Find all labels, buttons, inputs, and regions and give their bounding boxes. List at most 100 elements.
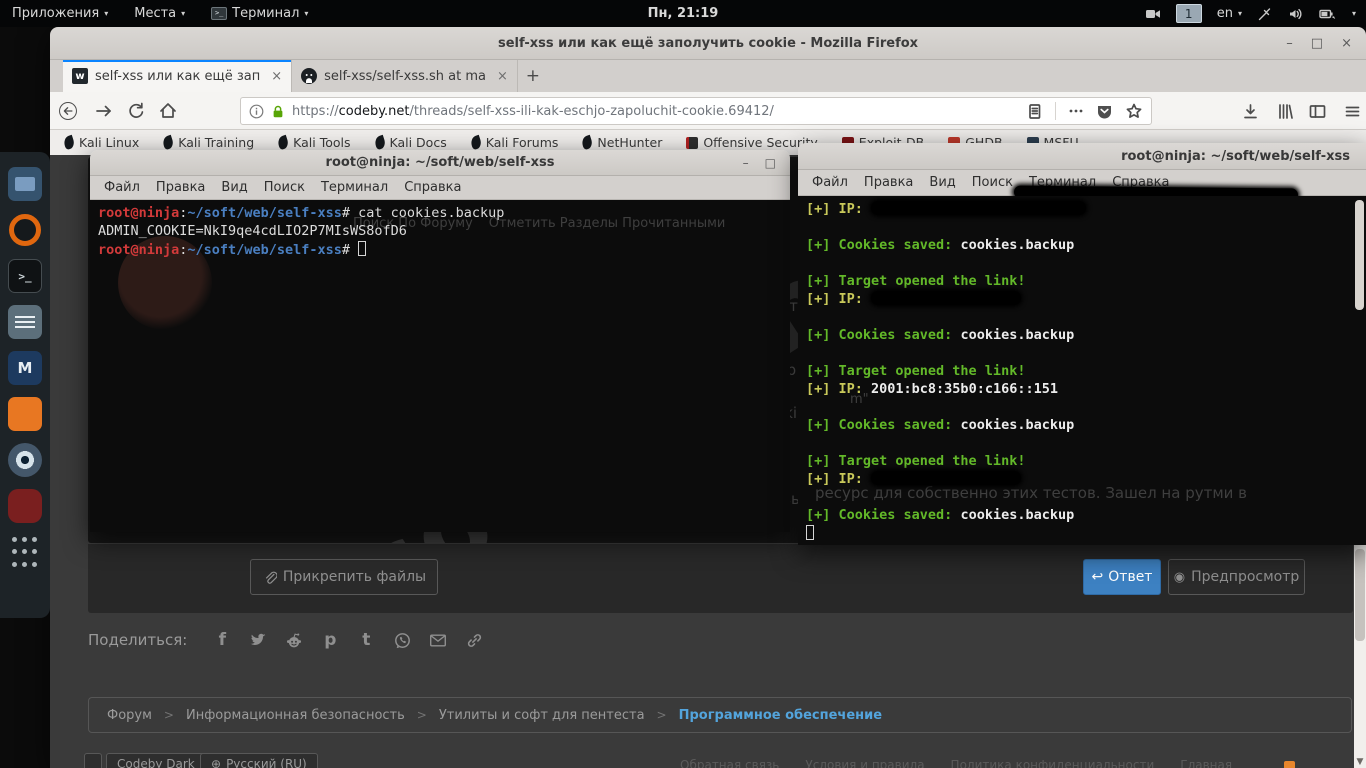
terminal-left-content[interactable]: Поиск По ФорумуОтметить Разделы Прочитан… [90,200,790,532]
page-info-icon[interactable] [249,104,264,119]
facebook-icon[interactable]: f [211,630,233,650]
forward-button[interactable] [94,101,114,121]
tab-close-icon[interactable]: × [271,69,282,84]
style-chooser-button[interactable]: Codeby Dark [106,753,206,768]
reload-button[interactable] [126,101,146,121]
downloads-icon[interactable] [1240,101,1260,121]
tab-close-icon[interactable]: × [497,69,508,84]
reader-mode-icon[interactable] [1026,103,1043,120]
scrollbar-down-arrow[interactable]: ▼ [1354,757,1366,767]
tab-2[interactable]: self-xss/self-xss.sh at ma× [292,60,518,92]
bookmark-star-icon[interactable] [1125,102,1143,120]
footer-link[interactable]: Главная [1180,758,1232,768]
terminal-text-segment: [+] IP: [806,201,871,217]
dock-item-burpsuite[interactable] [5,392,45,436]
footer-link[interactable]: Политика конфиденциальности [951,758,1155,768]
terminal-right-titlebar[interactable]: root@ninja: ~/soft/web/self-xss [798,143,1366,170]
twitter-icon[interactable] [247,630,269,650]
pinterest-icon[interactable]: p [319,630,341,650]
url-bar[interactable]: https://codeby.net/threads/self-xss-ili-… [240,97,1152,125]
dock-item-firefox[interactable] [5,208,45,252]
rss-icon[interactable] [1284,761,1295,768]
terminal-text-segment: [+] Cookies saved: [806,417,960,433]
page-actions-icon[interactable] [1068,103,1084,119]
breadcrumb-item[interactable]: Форум [107,708,152,723]
system-menu-caret[interactable]: ▾ [1352,9,1356,18]
menu-item-Правка[interactable]: Правка [856,175,921,190]
terminal-right-content[interactable]: m" ресурс для собственно этих тестов. За… [798,196,1366,545]
terminal-line: [+] Cookies saved: cookies.backup [806,417,1358,435]
whatsapp-icon[interactable] [391,630,413,650]
menu-item-Правка[interactable]: Правка [148,180,213,195]
email-icon[interactable] [427,630,449,650]
footer-link[interactable]: Условия и правила [805,758,924,768]
close-button[interactable]: × [1341,36,1352,51]
terminal-line: [+] Cookies saved: cookies.backup [806,507,1358,525]
minimize-button[interactable]: – [743,156,749,170]
bookmark-label: NetHunter [597,135,662,150]
burpsuite-icon [8,397,42,431]
maximize-button[interactable]: □ [765,156,776,170]
dock-item-show-applications[interactable] [5,530,45,574]
reddit-icon[interactable] [283,630,305,650]
new-tab-button[interactable]: + [518,60,548,92]
terminal-left-titlebar[interactable]: root@ninja: ~/soft/web/self-xss – □ [90,150,790,176]
workspace-indicator[interactable]: 1 [1176,4,1202,23]
bookmark-kali-training[interactable]: Kali Training [163,135,254,150]
menu-item-Поиск[interactable]: Поиск [256,180,313,195]
footer-link[interactable]: Обратная связь [680,758,779,768]
menu-item-Файл[interactable]: Файл [804,175,856,190]
bookmark-kali-docs[interactable]: Kali Docs [375,135,447,150]
terminal-scrollbar-thumb[interactable] [1355,200,1364,310]
menu-item-Справка[interactable]: Справка [396,180,469,195]
minimize-button[interactable]: – [1286,36,1293,51]
bookmark-nethunter[interactable]: NetHunter [582,135,662,150]
sidebar-icon[interactable] [1307,101,1327,121]
dock-item-file-manager[interactable] [5,162,45,206]
menu-item-Терминал[interactable]: Терминал [313,180,396,195]
bookmark-kali-tools[interactable]: Kali Tools [278,135,350,150]
firefox-titlebar[interactable]: self-xss или как ещё заполучить cookie -… [50,27,1366,60]
dock-item-metasploit[interactable]: M [5,346,45,390]
back-button[interactable] [58,101,78,121]
preview-button[interactable]: ◉Предпросмотр [1168,559,1305,595]
battery-icon[interactable] [1319,6,1337,22]
bookmark-kali-linux[interactable]: Kali Linux [64,135,139,150]
menu-item-Файл[interactable]: Файл [96,180,148,195]
keyboard-layout-indicator[interactable]: en▾ [1217,6,1242,21]
breadcrumb-item[interactable]: Программное обеспечение [679,708,882,723]
breadcrumb-item[interactable]: Информационная безопасность [186,708,405,723]
link-icon[interactable] [463,630,485,650]
lock-icon[interactable] [271,104,285,119]
menu-item-Вид[interactable]: Вид [213,180,255,195]
terminal-line: [+] Target opened the link! [806,363,1358,381]
tab-1[interactable]: wself-xss или как ещё зап× [63,60,292,92]
screen-recorder-icon[interactable] [1145,6,1161,22]
pocket-icon[interactable] [1096,103,1113,120]
url-text[interactable]: https://codeby.net/threads/self-xss-ili-… [292,104,1019,119]
terminal-text-segment: # cat cookies.backup [342,205,505,221]
reply-label: Ответ [1108,569,1152,585]
dock-item-text-editor[interactable] [5,300,45,344]
dock-item-terminal[interactable]: >_ [5,254,45,298]
hamburger-menu-icon[interactable] [1342,101,1362,121]
attach-files-button[interactable]: Прикрепить файлы [250,559,438,595]
bookmark-kali-forums[interactable]: Kali Forums [471,135,559,150]
terminal-line: [+] Target opened the link! [806,273,1358,291]
menu-item-Поиск[interactable]: Поиск [964,175,1021,190]
page-scrollbar[interactable]: ▼ [1354,543,1366,768]
maximize-button[interactable]: □ [1311,36,1323,51]
volume-icon[interactable] [1288,6,1304,22]
breadcrumb-item[interactable]: Утилиты и софт для пентеста [439,708,645,723]
scrollbar-thumb[interactable] [1355,549,1365,641]
dock-item-eye-app[interactable] [5,438,45,482]
library-icon[interactable] [1274,101,1294,121]
language-chooser-button[interactable]: ⊕ Русский (RU) [200,753,318,768]
home-button[interactable] [158,101,178,121]
dock-item-beef[interactable] [5,484,45,528]
bookmark-label: Kali Forums [486,135,559,150]
menu-item-Вид[interactable]: Вид [921,175,963,190]
tumblr-icon[interactable]: t [355,630,377,650]
footer-collapse-button[interactable] [84,753,102,768]
reply-button[interactable]: ↩Ответ [1083,559,1161,595]
